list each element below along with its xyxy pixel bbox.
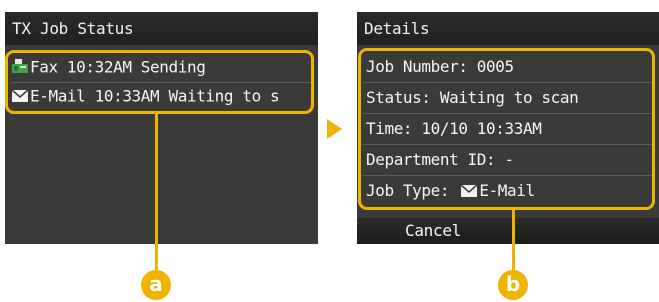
detail-job-number: Job Number: 0005 — [366, 57, 514, 76]
job-list-item-label: E-Mail 10:33AM Waiting to s — [30, 86, 280, 106]
job-list-item-label: Fax 10:32AM Sending — [30, 57, 206, 77]
screen-title: Details — [357, 12, 659, 45]
callout-a-badge: a — [141, 270, 171, 300]
email-icon — [12, 83, 29, 111]
detail-department-id: Department ID: - — [366, 150, 514, 169]
fax-icon — [12, 54, 28, 82]
details-screen: Details Job Number: 0005 Status: Waiting… — [357, 12, 659, 244]
job-type-value: E-Mail — [479, 181, 535, 200]
screen-title: TX Job Status — [5, 12, 318, 45]
job-type-label: Job Type: — [366, 181, 450, 200]
job-list-item-email[interactable]: E-Mail 10:33AM Waiting to s — [12, 82, 312, 110]
detail-job-type: Job Type: E-Mail — [366, 176, 655, 206]
callout-b-badge: b — [498, 270, 528, 300]
job-list-item-fax[interactable]: Fax 10:32AM Sending — [12, 53, 312, 81]
tx-job-status-screen: TX Job Status Fax 10:32AM Sending E-Mail… — [5, 12, 318, 244]
callout-b-leader — [512, 209, 515, 272]
cancel-button[interactable]: Cancel — [357, 218, 659, 244]
cancel-button-label: Cancel — [405, 221, 461, 240]
email-icon — [460, 177, 478, 207]
callout-a-leader — [155, 113, 158, 272]
detail-time: Time: 10/10 10:33AM — [366, 119, 542, 138]
next-arrow-icon — [327, 119, 342, 139]
detail-status: Status: Waiting to scan — [366, 88, 579, 107]
